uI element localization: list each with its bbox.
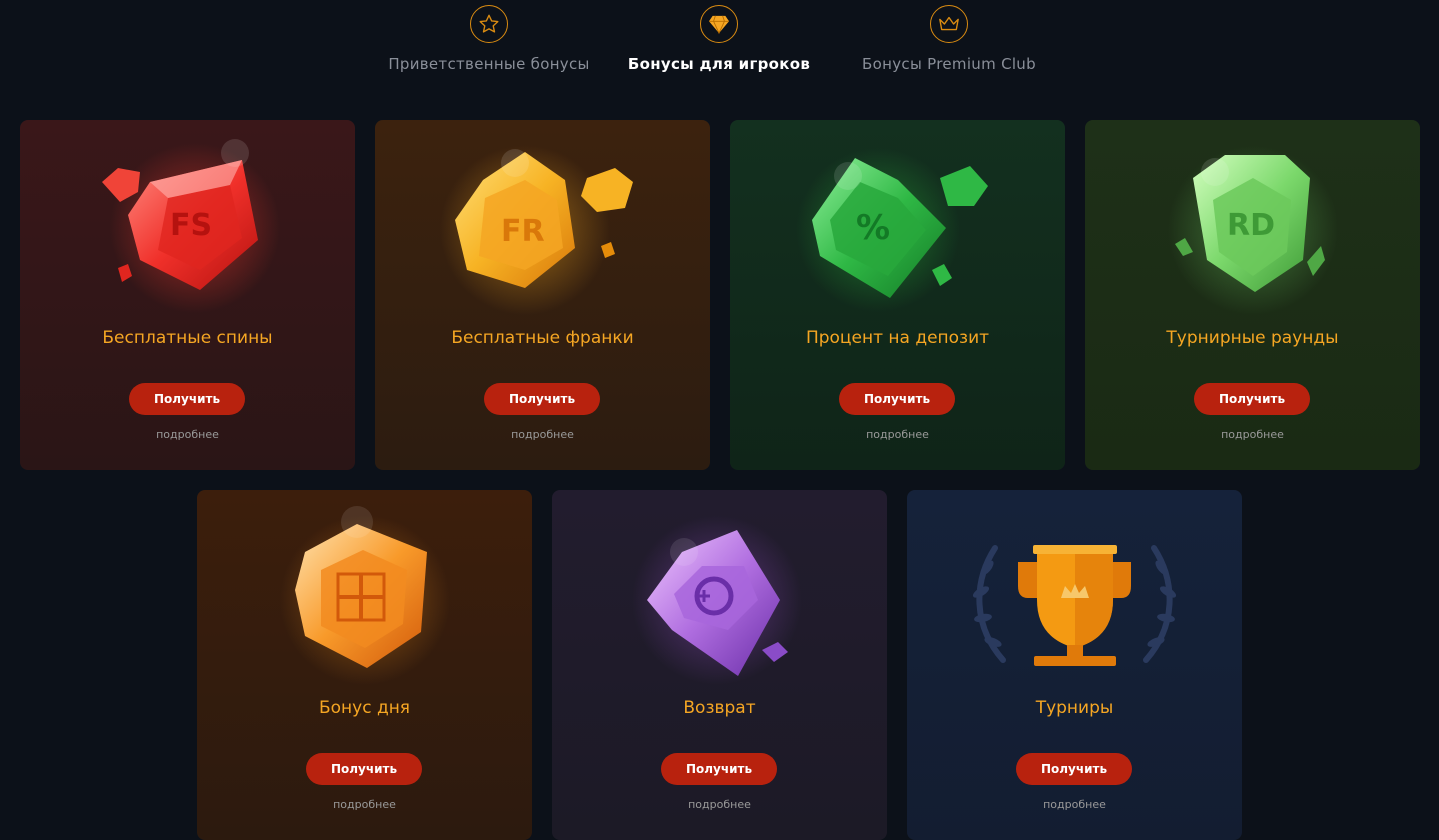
diamond-icon (700, 5, 738, 43)
more-details-link[interactable]: подробнее (197, 798, 532, 811)
bonus-card-free-spins: FS Бесплатные спины Получить подробнее (20, 120, 355, 470)
get-bonus-button[interactable]: Получить (661, 753, 777, 785)
card-title: Бонус дня (318, 698, 411, 718)
star-icon (470, 5, 508, 43)
get-bonus-button[interactable]: Получить (484, 383, 600, 415)
bonus-tabs: Приветственные бонусы Бонусы для игроков… (0, 0, 1439, 100)
card-title: Возврат (683, 698, 756, 718)
more-details-link[interactable]: подробнее (730, 428, 1065, 441)
more-details-link[interactable]: подробнее (907, 798, 1242, 811)
bonus-card-free-francs: FR Бесплатные франки Получить подробнее (375, 120, 710, 470)
bonus-card-daily-bonus: Бонус дня Получить подробнее (197, 490, 532, 840)
gem-label: RD (1227, 208, 1276, 243)
bonus-card-deposit-percent: % Процент на депозит Получить подробнее (730, 120, 1065, 470)
cashback-gem-icon (632, 515, 802, 685)
bonus-card-tournaments: Турниры Получить подробнее (907, 490, 1242, 840)
tab-label: Приветственные бонусы (388, 55, 590, 73)
get-bonus-button[interactable]: Получить (129, 383, 245, 415)
card-title: Бесплатные спины (102, 328, 273, 348)
gem-label: % (856, 208, 891, 248)
trophy-icon (972, 545, 1177, 666)
bonus-card-tournament-rounds: RD Турнирные раунды Получить подробнее (1085, 120, 1420, 470)
bonus-card-cashback: Возврат Получить подробнее (552, 490, 887, 840)
gem-label: FR (501, 214, 545, 249)
tab-player-bonuses[interactable]: Бонусы для игроков (589, 0, 849, 73)
tab-premium-club-bonuses[interactable]: Бонусы Premium Club (819, 0, 1079, 73)
card-title: Процент на депозит (805, 328, 990, 348)
gift-gem-icon (280, 506, 450, 685)
green-gem-icon (796, 148, 988, 312)
crown-icon (930, 5, 968, 43)
tab-label: Бонусы Premium Club (862, 55, 1036, 73)
tab-label: Бонусы для игроков (627, 55, 811, 73)
get-bonus-button[interactable]: Получить (306, 753, 422, 785)
get-bonus-button[interactable]: Получить (839, 383, 955, 415)
more-details-link[interactable]: подробнее (20, 428, 355, 441)
gem-label: FS (170, 208, 213, 243)
card-title: Турнирные раунды (1166, 328, 1339, 348)
more-details-link[interactable]: подробнее (375, 428, 710, 441)
card-title: Турниры (1035, 698, 1114, 718)
more-details-link[interactable]: подробнее (552, 798, 887, 811)
tab-welcome-bonuses[interactable]: Приветственные бонусы (359, 0, 619, 73)
get-bonus-button[interactable]: Получить (1194, 383, 1310, 415)
card-title: Бесплатные франки (451, 328, 634, 348)
more-details-link[interactable]: подробнее (1085, 428, 1420, 441)
get-bonus-button[interactable]: Получить (1016, 753, 1132, 785)
